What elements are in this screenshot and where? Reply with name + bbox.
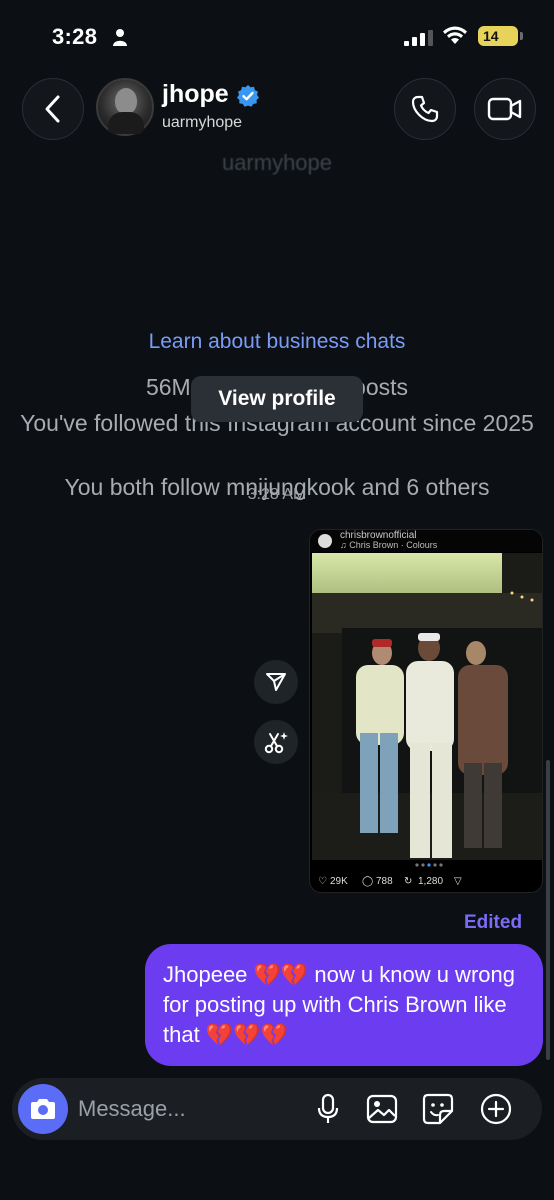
share-button[interactable]	[254, 660, 298, 704]
plus-circle-icon	[480, 1093, 512, 1125]
avatar[interactable]	[96, 78, 154, 136]
microphone-icon	[317, 1093, 339, 1123]
battery-nub	[520, 32, 523, 40]
message-input[interactable]	[78, 1078, 298, 1140]
camera-icon	[31, 1099, 55, 1119]
scissors-sparkle-icon	[264, 732, 288, 754]
status-bar: 3:28 14	[0, 0, 554, 72]
battery-level: 14	[483, 28, 499, 44]
shared-post-header: chrisbrownofficial ♫ Chris Brown · Colou…	[310, 530, 542, 552]
contact-name[interactable]: jhope	[162, 80, 229, 109]
message-bubble[interactable]: Jhopeee 💔💔 now u know u wrong for postin…	[145, 944, 543, 1066]
sticker-button[interactable]	[422, 1093, 454, 1125]
post-audio-label: ♫ Chris Brown · Colours	[340, 540, 438, 550]
post-comments: 788	[376, 876, 393, 887]
profile-username-large: uarmyhope	[221, 150, 333, 175]
send-icon: ▽	[454, 876, 462, 887]
chevron-left-icon	[45, 95, 60, 123]
contact-username: uarmyhope	[162, 114, 243, 131]
phone-icon	[411, 95, 439, 123]
wifi-icon	[443, 26, 467, 44]
microphone-button[interactable]	[312, 1093, 344, 1125]
remix-button[interactable]	[254, 720, 298, 764]
status-time: 3:28	[52, 24, 98, 49]
video-camera-icon	[487, 97, 522, 121]
back-button[interactable]	[22, 78, 84, 140]
sticker-icon	[422, 1093, 454, 1125]
verified-badge-icon	[237, 85, 259, 107]
scrollbar[interactable]	[546, 760, 550, 1060]
message-composer	[12, 1078, 542, 1140]
avatar-body	[108, 112, 144, 134]
post-account-avatar	[318, 534, 332, 548]
message-timestamp: 3:28 AM	[247, 486, 307, 503]
video-call-button[interactable]	[474, 78, 536, 140]
avatar-face	[115, 88, 137, 114]
chat-header: jhope uarmyhope	[0, 72, 554, 146]
shared-post[interactable]: chrisbrownofficial ♫ Chris Brown · Colou…	[309, 529, 543, 893]
post-photo	[312, 553, 542, 860]
camera-button[interactable]	[18, 1084, 68, 1134]
edited-label: Edited	[464, 912, 523, 933]
repost-icon: ↻	[404, 876, 413, 887]
add-button[interactable]	[480, 1093, 512, 1125]
post-stats: ♡ 29K ◯ 788 ↻ 1,280 ▽	[310, 870, 542, 892]
battery-indicator: 14	[478, 26, 518, 46]
learn-business-chats-link[interactable]: Learn about business chats	[0, 330, 554, 354]
view-profile-button[interactable]: View profile	[191, 376, 363, 422]
heart-icon: ♡	[318, 876, 327, 887]
carousel-dots	[415, 863, 443, 867]
image-icon	[366, 1094, 398, 1124]
post-likes: 29K	[330, 876, 348, 887]
audio-call-button[interactable]	[394, 78, 456, 140]
comment-icon: ◯	[362, 876, 374, 887]
cellular-signal-icon	[404, 30, 433, 46]
post-reposts: 1,280	[418, 876, 444, 887]
paper-plane-icon	[266, 673, 286, 691]
gallery-button[interactable]	[366, 1093, 398, 1125]
person-icon	[113, 29, 127, 46]
